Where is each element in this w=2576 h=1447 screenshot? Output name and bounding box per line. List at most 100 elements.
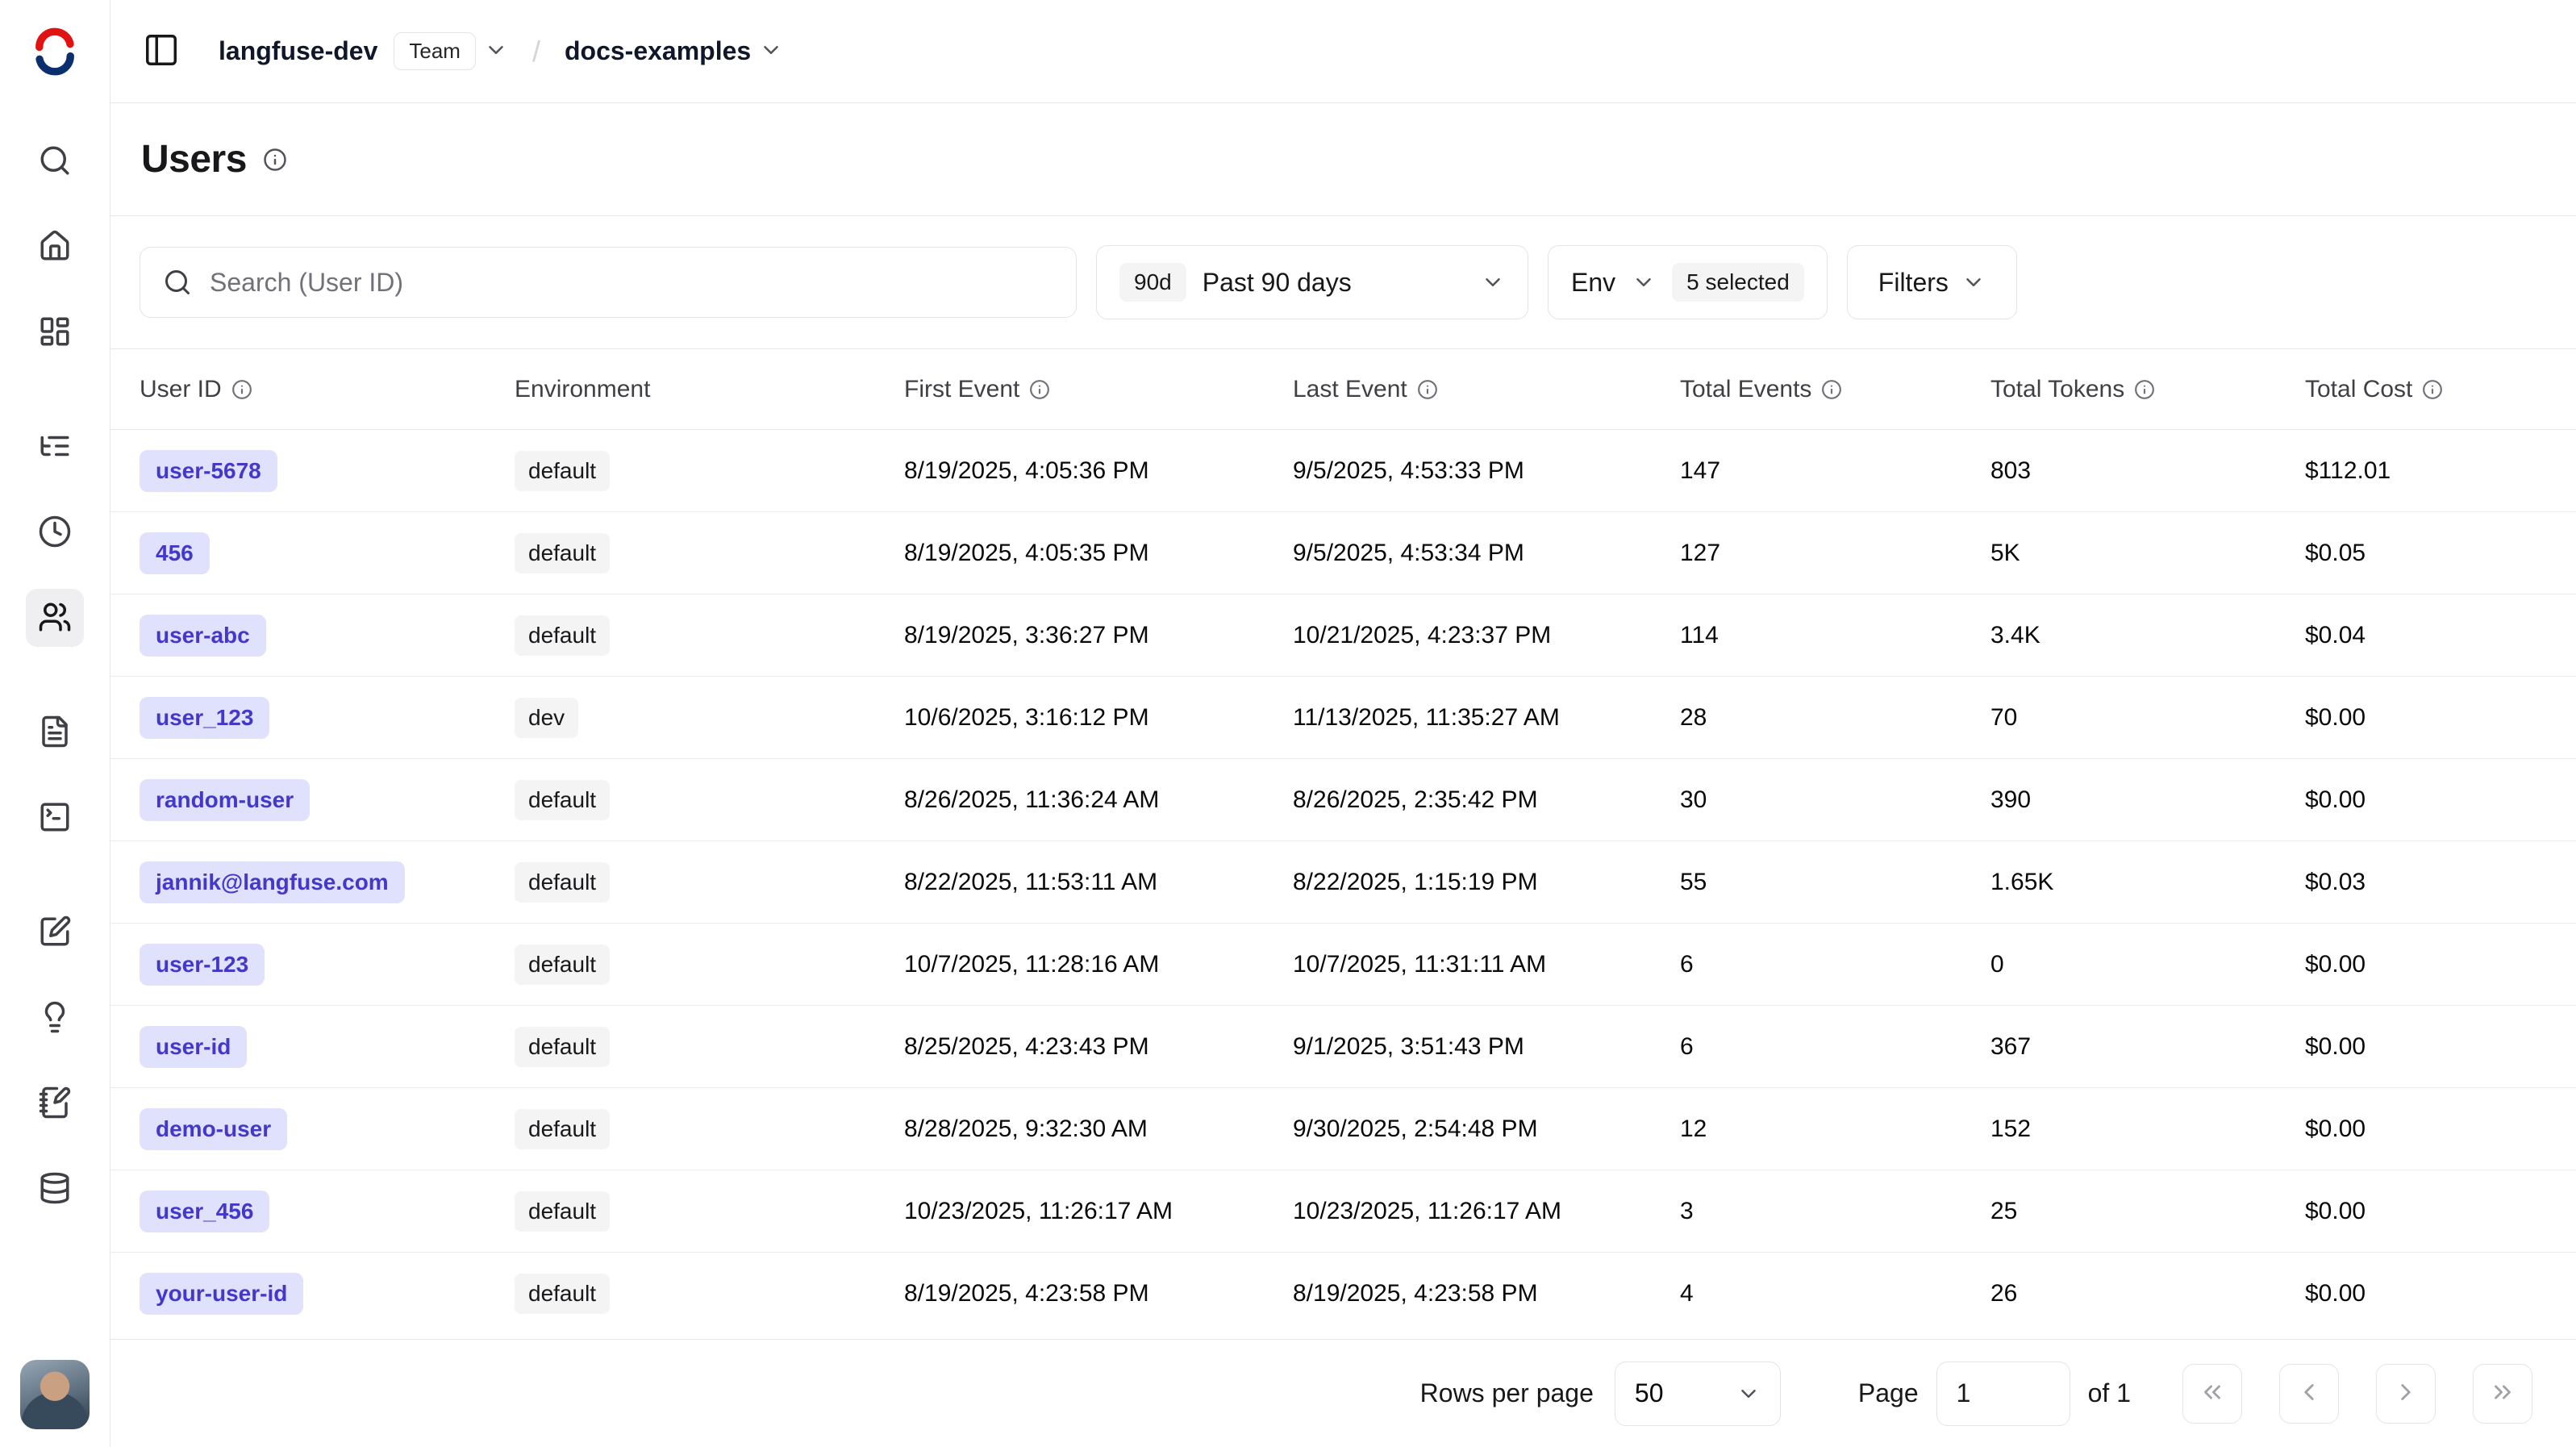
environment-badge: default [515,1274,610,1314]
table-row[interactable]: random-user default 8/26/2025, 11:36:24 … [110,759,2576,841]
info-icon[interactable] [1029,379,1050,400]
sidebar-item-insights[interactable] [26,989,84,1047]
user-avatar[interactable] [20,1360,90,1429]
filters-button[interactable]: Filters [1847,245,2017,319]
sidebar-item-home[interactable] [26,218,84,276]
page-total: of 1 [2088,1378,2131,1408]
total-cost-cell: $0.03 [2305,869,2547,896]
sidebar-item-datasets[interactable] [26,1160,84,1218]
column-label: Total Events [1680,376,1811,403]
total-events-cell: 3 [1680,1198,1990,1225]
next-page-button[interactable] [2376,1364,2436,1424]
sidebar-item-prompts[interactable] [26,703,84,761]
org-name[interactable]: langfuse-dev [219,36,377,66]
page-title-info-icon[interactable] [263,148,287,172]
chevron-down-icon [1736,1382,1761,1406]
table-column-header: Last Event [1293,376,1680,403]
total-cost-cell: $0.00 [2305,1198,2547,1225]
total-events-cell: 6 [1680,951,1990,978]
sidebar-item-tracing[interactable] [26,418,84,476]
table-row[interactable]: user-id default 8/25/2025, 4:23:43 PM 9/… [110,1006,2576,1088]
user-id-badge[interactable]: random-user [140,779,310,821]
page-number-input[interactable] [1936,1362,2070,1426]
table-row[interactable]: jannik@langfuse.com default 8/22/2025, 1… [110,841,2576,924]
previous-page-button[interactable] [2279,1364,2339,1424]
user-id-badge[interactable]: user-123 [140,944,265,986]
last-event-cell: 8/26/2025, 2:35:42 PM [1293,786,1680,814]
info-icon[interactable] [2134,379,2155,400]
table-row[interactable]: 456 default 8/19/2025, 4:05:35 PM 9/5/20… [110,512,2576,594]
user-id-badge[interactable]: your-user-id [140,1273,303,1315]
user-id-badge[interactable]: 456 [140,532,210,574]
sidebar-toggle-button[interactable] [143,31,180,71]
user-id-badge[interactable]: jannik@langfuse.com [140,861,405,903]
chevron-left-icon [2295,1378,2323,1408]
total-cost-cell: $0.05 [2305,540,2547,567]
lightbulb-icon [38,1000,72,1036]
last-page-button[interactable] [2473,1364,2532,1424]
env-filter-label: Env [1571,268,1615,298]
table-row[interactable]: demo-user default 8/28/2025, 9:32:30 AM … [110,1088,2576,1170]
search-box [140,247,1077,318]
info-icon[interactable] [231,379,252,400]
info-icon[interactable] [1417,379,1438,400]
total-tokens-cell: 25 [1990,1198,2305,1225]
pagination-footer: Rows per page 50 Page of 1 [110,1339,2576,1447]
project-name[interactable]: docs-examples [565,36,751,66]
env-filter[interactable]: Env 5 selected [1548,245,1828,319]
org-switcher-button[interactable] [484,38,508,65]
first-event-cell: 8/19/2025, 4:05:35 PM [904,540,1293,567]
first-page-button[interactable] [2182,1364,2242,1424]
table-row[interactable]: your-user-id default 8/19/2025, 4:23:58 … [110,1253,2576,1335]
user-id-badge[interactable]: user_123 [140,697,269,739]
date-range-shortcut-badge: 90d [1119,263,1186,302]
rows-per-page-label: Rows per page [1420,1378,1594,1408]
chevron-right-icon [2392,1378,2420,1408]
total-cost-cell: $0.00 [2305,1280,2547,1307]
table-row[interactable]: user_123 dev 10/6/2025, 3:16:12 PM 11/13… [110,677,2576,759]
total-tokens-cell: 803 [1990,457,2305,485]
database-icon [38,1171,72,1207]
table-row[interactable]: user-abc default 8/19/2025, 3:36:27 PM 1… [110,594,2576,677]
total-tokens-cell: 367 [1990,1033,2305,1061]
notebook-pen-icon [38,1086,72,1122]
app-root: langfuse-dev Team / docs-examples Users [0,0,2576,1447]
sidebar-item-users[interactable] [26,589,84,647]
last-event-cell: 9/5/2025, 4:53:34 PM [1293,540,1680,567]
first-event-cell: 8/25/2025, 4:23:43 PM [904,1033,1293,1061]
date-range-label: Past 90 days [1203,268,1352,298]
info-icon[interactable] [2422,379,2443,400]
sidebar-item-search[interactable] [26,132,84,190]
table-row[interactable]: user_456 default 10/23/2025, 11:26:17 AM… [110,1170,2576,1253]
environment-badge: default [515,862,610,903]
first-event-cell: 10/23/2025, 11:26:17 AM [904,1198,1293,1225]
first-event-cell: 10/7/2025, 11:28:16 AM [904,951,1293,978]
total-events-cell: 4 [1680,1280,1990,1307]
first-event-cell: 8/26/2025, 11:36:24 AM [904,786,1293,814]
total-events-cell: 6 [1680,1033,1990,1061]
rows-per-page-select[interactable]: 50 [1615,1362,1781,1426]
sidebar-item-sessions[interactable] [26,503,84,561]
sidebar-item-playground[interactable] [26,789,84,847]
sidebar-item-evaluation[interactable] [26,903,84,961]
date-range-picker[interactable]: 90d Past 90 days [1096,245,1528,319]
table-column-header: Environment [515,376,904,403]
home-icon [38,229,72,265]
chevron-down-icon [484,38,508,65]
user-id-badge[interactable]: user-id [140,1026,247,1068]
sidebar-item-annotation[interactable] [26,1074,84,1132]
user-id-badge[interactable]: demo-user [140,1108,287,1150]
list-tree-icon [38,429,72,465]
user-id-badge[interactable]: user_456 [140,1191,269,1232]
table-row[interactable]: user-123 default 10/7/2025, 11:28:16 AM … [110,924,2576,1006]
user-id-badge[interactable]: user-5678 [140,450,277,492]
search-input[interactable] [210,268,1053,298]
langfuse-logo[interactable] [0,0,110,103]
info-icon[interactable] [1821,379,1842,400]
project-switcher-button[interactable] [759,38,783,65]
org-type-badge: Team [394,32,476,70]
sidebar-item-dashboards[interactable] [26,303,84,361]
table-row[interactable]: user-5678 default 8/19/2025, 4:05:36 PM … [110,430,2576,512]
total-cost-cell: $0.04 [2305,622,2547,649]
user-id-badge[interactable]: user-abc [140,615,266,657]
